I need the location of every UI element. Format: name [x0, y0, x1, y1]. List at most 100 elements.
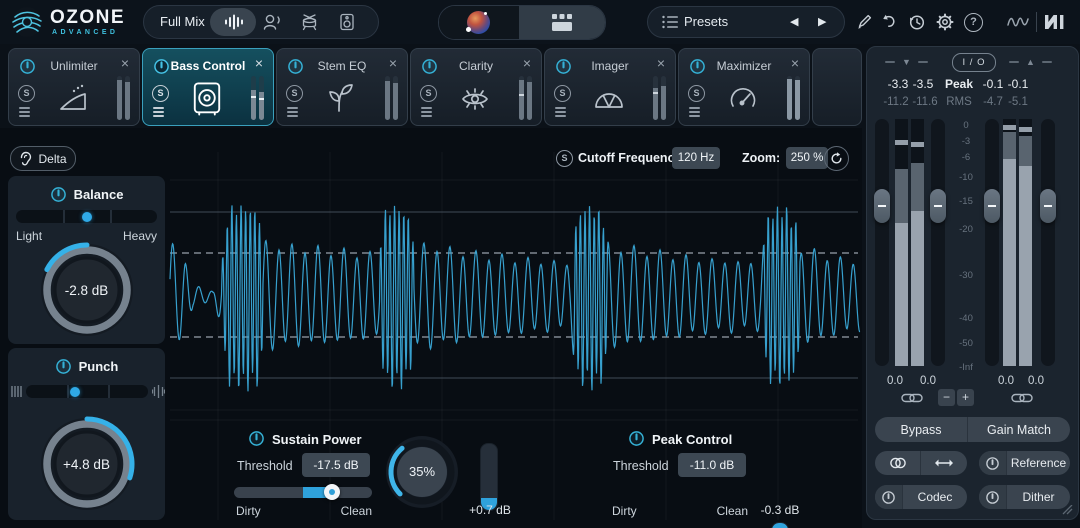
maximizer-gauge-icon: [725, 81, 761, 117]
meter-zoom-in-button[interactable]: +: [957, 389, 974, 406]
input-gain-fader-r[interactable]: [930, 189, 946, 223]
sustain-threshold-value[interactable]: -17.5 dB: [302, 453, 370, 477]
input-link-icon[interactable]: [901, 392, 923, 404]
close-icon[interactable]: ×: [255, 55, 263, 71]
solo-button[interactable]: S: [420, 85, 437, 102]
module-menu-icon[interactable]: [421, 107, 432, 119]
peak-threshold-value[interactable]: -11.0 dB: [678, 453, 746, 477]
sustain-amount-value: 35%: [384, 464, 460, 479]
delta-button[interactable]: Delta: [10, 146, 76, 171]
sustain-max-label: Clean: [336, 504, 372, 518]
full-mix-waveform-icon[interactable]: [221, 10, 247, 34]
sustain-gain-value: +0.7 dB: [462, 503, 518, 517]
output-gain-fader-r[interactable]: [1040, 189, 1056, 223]
codec-power-button[interactable]: [875, 485, 902, 509]
output-meter-r: [1019, 119, 1032, 366]
izotope-logo-icon: [1006, 14, 1030, 30]
balance-slider-handle[interactable]: [82, 212, 92, 222]
sustain-gain-meter: [480, 443, 498, 511]
module-menu-icon[interactable]: [555, 107, 566, 119]
power-icon[interactable]: [50, 186, 67, 203]
gain-match-button[interactable]: Gain Match: [968, 417, 1070, 442]
drums-icon[interactable]: [296, 10, 322, 34]
module-meter-r: [661, 76, 666, 120]
dither-group: Dither: [979, 485, 1070, 509]
smooth-icon: [10, 385, 22, 398]
input-fader-track-r[interactable]: [931, 119, 945, 366]
balance-slider[interactable]: [16, 210, 157, 223]
output-link-icon[interactable]: [1011, 392, 1033, 404]
solo-button[interactable]: S: [18, 85, 35, 102]
input-fader-track-l[interactable]: [875, 119, 889, 366]
meter-zoom-out-button[interactable]: −: [938, 389, 955, 406]
zoom-value[interactable]: 250 %: [786, 147, 828, 169]
sustain-threshold-slider[interactable]: [234, 487, 372, 498]
module-meter-l: [519, 76, 524, 120]
codec-button[interactable]: Codec: [903, 485, 967, 509]
module-tab-clarity[interactable]: Clarity × S: [410, 48, 542, 126]
reference-button[interactable]: Reference: [1007, 451, 1070, 475]
sustain-power-icon[interactable]: [248, 430, 265, 447]
loop-reset-button[interactable]: [824, 146, 849, 171]
out-peak-r: -0.1: [1000, 77, 1036, 91]
solo-button[interactable]: S: [688, 85, 705, 102]
reference-power-button[interactable]: [979, 451, 1006, 475]
preset-list-icon: [662, 15, 678, 29]
out-rms-r: -5.1: [1000, 96, 1036, 108]
output-gain-fader-l[interactable]: [984, 189, 1000, 223]
module-menu-icon[interactable]: [153, 107, 164, 119]
module-meter-r: [259, 76, 264, 120]
power-icon[interactable]: [55, 358, 72, 375]
module-tab-imager[interactable]: Imager × S: [544, 48, 676, 126]
stereo-circles-icon[interactable]: [875, 451, 920, 475]
input-gain-fader-l[interactable]: [874, 189, 890, 223]
punch-slider-handle[interactable]: [70, 387, 80, 397]
module-menu-icon[interactable]: [287, 107, 298, 119]
vocal-icon[interactable]: [259, 10, 285, 34]
width-arrows-icon[interactable]: [921, 451, 967, 475]
close-icon[interactable]: ×: [121, 55, 129, 71]
solo-button[interactable]: S: [554, 85, 571, 102]
bass-speaker-icon[interactable]: [334, 10, 360, 34]
cutoff-frequency-value[interactable]: 120 Hz: [672, 147, 720, 169]
module-menu-icon[interactable]: [19, 107, 30, 119]
module-menu-icon[interactable]: [689, 107, 700, 119]
in-peak-r: -3.5: [905, 77, 941, 91]
sustain-slider-handle[interactable]: [324, 484, 340, 500]
resize-grip[interactable]: [1061, 505, 1073, 515]
meter-range-up-control[interactable]: ▲: [1009, 57, 1052, 67]
output-meter-l: [1003, 119, 1016, 366]
bypass-button[interactable]: Bypass: [875, 417, 967, 442]
input-gain-value-l: 0.0: [877, 375, 913, 387]
modules-view-button[interactable]: [519, 6, 605, 39]
solo-button[interactable]: S: [286, 85, 303, 102]
solo-button[interactable]: S: [152, 85, 169, 102]
peak-power-icon[interactable]: [628, 430, 645, 447]
close-icon[interactable]: ×: [523, 55, 531, 71]
close-icon[interactable]: ×: [657, 55, 665, 71]
cutoff-solo-button[interactable]: S: [556, 150, 573, 167]
help-icon[interactable]: ?: [964, 13, 983, 32]
edit-pencil-icon[interactable]: [855, 13, 873, 31]
close-icon[interactable]: ×: [389, 55, 397, 71]
io-toggle-button[interactable]: I / O: [952, 53, 996, 72]
preset-prev-button[interactable]: ◀: [790, 15, 798, 28]
assistant-view-button[interactable]: [439, 6, 519, 39]
meter-range-down-control[interactable]: ▼: [885, 57, 928, 67]
dither-power-button[interactable]: [979, 485, 1006, 509]
settings-gear-icon[interactable]: [936, 13, 954, 31]
presets-bar[interactable]: Presets ◀ ▶: [647, 6, 845, 38]
close-icon[interactable]: ×: [791, 55, 799, 71]
output-fader-track-l[interactable]: [985, 119, 999, 366]
module-tab-bass-control[interactable]: Bass Control × S: [142, 48, 274, 126]
module-tab-stem-eq[interactable]: Stem EQ × S: [276, 48, 408, 126]
history-icon[interactable]: [908, 13, 926, 31]
module-tab-maximizer[interactable]: Maximizer × S: [678, 48, 810, 126]
module-meter-l: [653, 76, 658, 120]
preset-next-button[interactable]: ▶: [818, 15, 826, 28]
undo-icon[interactable]: [880, 13, 898, 31]
output-fader-track-r[interactable]: [1041, 119, 1055, 366]
punch-slider[interactable]: [26, 385, 148, 398]
output-gain-value-r: 0.0: [1018, 375, 1054, 387]
module-tab-unlimiter[interactable]: Unlimiter × S: [8, 48, 140, 126]
